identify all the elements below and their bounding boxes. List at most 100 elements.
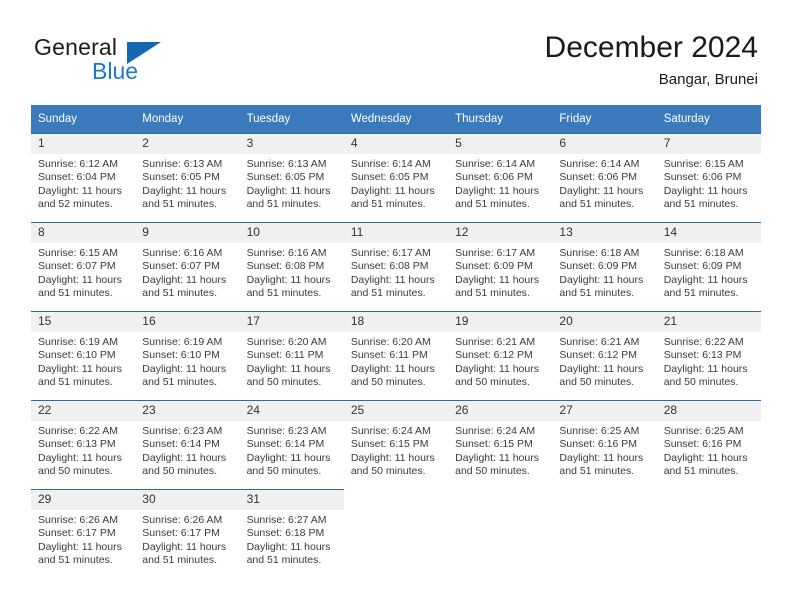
sunset-text: Sunset: 6:13 PM [38,438,116,451]
day-details: Sunrise: 6:27 AM Sunset: 6:18 PM Daylight:… [240,510,344,568]
day-number: 7 [656,134,761,154]
calendar-day-cell[interactable]: 10 Sunrise: 6:16 AM Sunset: 6:08 PM Dayligh… [239,222,344,312]
daylight-text: Daylight: 11 hours and 51 minutes. [663,273,748,300]
daylight-text: Daylight: 11 hours and 51 minutes. [38,362,122,389]
daylight-text: Daylight: 11 hours and 51 minutes. [455,273,539,300]
sunrise-text: Sunrise: 6:18 AM [663,247,744,259]
calendar-empty-cell [448,489,553,578]
daylight-text: Daylight: 11 hours and 50 minutes. [350,362,435,389]
day-number: 30 [135,490,240,510]
calendar-day-cell[interactable]: 27 Sunrise: 6:25 AM Sunset: 6:16 PM Dayligh… [552,400,657,490]
day-details: Sunrise: 6:17 AM Sunset: 6:09 PM Daylight:… [448,243,552,301]
calendar-day-cell[interactable]: 18 Sunrise: 6:20 AM Sunset: 6:11 PM Dayligh… [343,311,449,401]
sunset-text: Sunset: 6:05 PM [246,171,325,184]
sunrise-text: Sunrise: 6:14 AM [559,158,640,170]
calendar-day-cell[interactable]: 9 Sunrise: 6:16 AM Sunset: 6:07 PM Daylight… [135,222,240,312]
daylight-text: Daylight: 11 hours and 50 minutes. [350,451,435,478]
sunrise-text: Sunrise: 6:18 AM [559,247,640,259]
sunset-text: Sunset: 6:08 PM [350,260,429,273]
day-details: Sunrise: 6:22 AM Sunset: 6:13 PM Daylight:… [31,421,135,479]
sunset-text: Sunset: 6:06 PM [455,171,533,184]
sunrise-text: Sunrise: 6:16 AM [142,247,223,259]
day-number: 18 [343,312,449,332]
calendar-day-cell[interactable]: 30 Sunrise: 6:26 AM Sunset: 6:17 PM Dayligh… [135,489,240,578]
sunrise-text: Sunrise: 6:27 AM [246,514,327,526]
sunrise-text: Sunrise: 6:25 AM [559,425,640,437]
calendar-day-cell[interactable]: 16 Sunrise: 6:19 AM Sunset: 6:10 PM Dayligh… [135,311,240,401]
calendar-day-cell[interactable]: 1 Sunrise: 6:12 AM Sunset: 6:04 PM Daylight… [31,133,136,223]
weekday-header-wednesday: Wednesday [343,105,449,134]
day-details: Sunrise: 6:20 AM Sunset: 6:11 PM Daylight:… [344,332,448,390]
general-blue-logo[interactable]: General Blue [34,34,254,90]
sunrise-text: Sunrise: 6:25 AM [663,425,744,437]
sunset-text: Sunset: 6:16 PM [663,438,742,451]
sunrise-text: Sunrise: 6:20 AM [350,336,431,348]
day-details: Sunrise: 6:20 AM Sunset: 6:11 PM Daylight:… [240,332,344,390]
sunset-text: Sunset: 6:06 PM [559,171,638,184]
day-number: 28 [656,401,761,421]
calendar-day-cell[interactable]: 31 Sunrise: 6:27 AM Sunset: 6:18 PM Dayligh… [239,489,344,578]
day-details: Sunrise: 6:21 AM Sunset: 6:12 PM Daylight:… [552,332,656,390]
day-number [657,490,761,510]
sunset-text: Sunset: 6:09 PM [663,260,742,273]
calendar-day-cell[interactable]: 21 Sunrise: 6:22 AM Sunset: 6:13 PM Dayligh… [656,311,761,401]
day-details: Sunrise: 6:23 AM Sunset: 6:14 PM Daylight:… [240,421,344,479]
calendar-day-cell[interactable]: 25 Sunrise: 6:24 AM Sunset: 6:15 PM Dayligh… [343,400,449,490]
sunset-text: Sunset: 6:10 PM [38,349,116,362]
sunrise-text: Sunrise: 6:24 AM [455,425,536,437]
day-details: Sunrise: 6:24 AM Sunset: 6:15 PM Daylight:… [448,421,552,479]
calendar-day-cell[interactable]: 19 Sunrise: 6:21 AM Sunset: 6:12 PM Dayligh… [448,311,553,401]
calendar-empty-cell [552,489,657,578]
calendar-day-cell[interactable]: 11 Sunrise: 6:17 AM Sunset: 6:08 PM Dayligh… [343,222,449,312]
logo-text-general: General [34,34,118,60]
day-details: Sunrise: 6:21 AM Sunset: 6:12 PM Daylight:… [448,332,552,390]
day-details: Sunrise: 6:13 AM Sunset: 6:05 PM Daylight:… [135,154,239,212]
calendar-day-cell[interactable]: 17 Sunrise: 6:20 AM Sunset: 6:11 PM Dayligh… [239,311,344,401]
calendar-day-cell[interactable]: 28 Sunrise: 6:25 AM Sunset: 6:16 PM Dayligh… [656,400,761,490]
calendar-day-cell[interactable]: 15 Sunrise: 6:19 AM Sunset: 6:10 PM Dayligh… [31,311,136,401]
sunset-text: Sunset: 6:09 PM [455,260,533,273]
sunrise-text: Sunrise: 6:13 AM [142,158,223,170]
sunset-text: Sunset: 6:15 PM [455,438,533,451]
calendar-day-cell[interactable]: 24 Sunrise: 6:23 AM Sunset: 6:14 PM Dayligh… [239,400,344,490]
calendar-day-cell[interactable]: 22 Sunrise: 6:22 AM Sunset: 6:13 PM Dayligh… [31,400,136,490]
calendar-day-cell[interactable]: 26 Sunrise: 6:24 AM Sunset: 6:15 PM Dayligh… [448,400,553,490]
day-number: 5 [448,134,553,154]
weekday-header-monday: Monday [135,105,240,134]
calendar-day-cell[interactable]: 23 Sunrise: 6:23 AM Sunset: 6:14 PM Dayligh… [135,400,240,490]
daylight-text: Daylight: 11 hours and 51 minutes. [142,273,227,300]
sunrise-text: Sunrise: 6:17 AM [350,247,431,259]
calendar-day-cell[interactable]: 13 Sunrise: 6:18 AM Sunset: 6:09 PM Dayligh… [552,222,657,312]
calendar-day-cell[interactable]: 20 Sunrise: 6:21 AM Sunset: 6:12 PM Dayligh… [552,311,657,401]
daylight-text: Daylight: 11 hours and 51 minutes. [142,540,227,567]
sunset-text: Sunset: 6:08 PM [246,260,325,273]
day-details: Sunrise: 6:22 AM Sunset: 6:13 PM Daylight:… [657,332,761,390]
sunset-text: Sunset: 6:15 PM [350,438,429,451]
calendar-day-cell[interactable]: 4 Sunrise: 6:14 AM Sunset: 6:05 PM Daylight… [343,133,449,223]
calendar-day-cell[interactable]: 5 Sunrise: 6:14 AM Sunset: 6:06 PM Daylight… [448,133,553,223]
sunrise-text: Sunrise: 6:17 AM [455,247,536,259]
day-details: Sunrise: 6:12 AM Sunset: 6:04 PM Daylight:… [31,154,135,212]
calendar-day-cell[interactable]: 14 Sunrise: 6:18 AM Sunset: 6:09 PM Dayligh… [656,222,761,312]
day-details: Sunrise: 6:23 AM Sunset: 6:14 PM Daylight:… [135,421,239,479]
daylight-text: Daylight: 11 hours and 51 minutes. [142,184,227,211]
calendar-week-row: 29 Sunrise: 6:26 AM Sunset: 6:17 PM Dayligh… [31,489,761,578]
sunset-text: Sunset: 6:17 PM [38,527,116,540]
sunrise-text: Sunrise: 6:16 AM [246,247,327,259]
calendar-day-cell[interactable]: 2 Sunrise: 6:13 AM Sunset: 6:05 PM Daylight… [135,133,240,223]
sunrise-text: Sunrise: 6:21 AM [455,336,536,348]
sunset-text: Sunset: 6:04 PM [38,171,116,184]
sunset-text: Sunset: 6:07 PM [38,260,116,273]
day-number: 25 [343,401,449,421]
sunset-text: Sunset: 6:05 PM [350,171,429,184]
daylight-text: Daylight: 11 hours and 50 minutes. [246,362,331,389]
calendar-day-cell[interactable]: 7 Sunrise: 6:15 AM Sunset: 6:06 PM Daylight… [656,133,761,223]
calendar-day-cell[interactable]: 29 Sunrise: 6:26 AM Sunset: 6:17 PM Dayligh… [31,489,136,578]
calendar-day-cell[interactable]: 8 Sunrise: 6:15 AM Sunset: 6:07 PM Daylight… [31,222,136,312]
daylight-text: Daylight: 11 hours and 51 minutes. [142,362,227,389]
daylight-text: Daylight: 11 hours and 50 minutes. [559,362,644,389]
day-number: 1 [31,134,136,154]
calendar-day-cell[interactable]: 6 Sunrise: 6:14 AM Sunset: 6:06 PM Daylight… [552,133,657,223]
calendar-day-cell[interactable]: 12 Sunrise: 6:17 AM Sunset: 6:09 PM Dayligh… [448,222,553,312]
calendar-day-cell[interactable]: 3 Sunrise: 6:13 AM Sunset: 6:05 PM Daylight… [239,133,344,223]
